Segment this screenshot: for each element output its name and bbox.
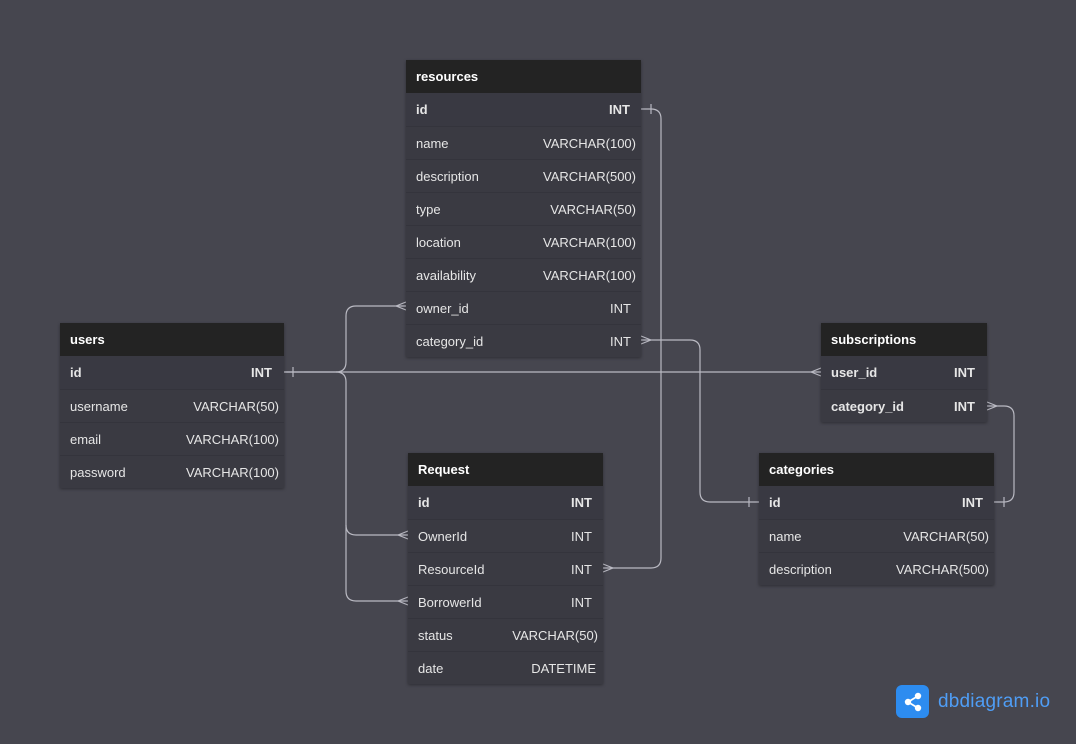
- column-type: DATETIME: [531, 661, 596, 676]
- column-name: id: [70, 365, 82, 380]
- relationship-users-resources-owner[interactable]: [284, 305, 406, 373]
- column-type: INT: [609, 102, 630, 117]
- brand-name: dbdiagram.io: [938, 691, 1050, 713]
- column-name: description: [769, 562, 832, 577]
- column-row[interactable]: location VARCHAR(100): [406, 225, 641, 258]
- column-row[interactable]: BorrowerId INT: [408, 585, 603, 618]
- column-row[interactable]: type VARCHAR(50): [406, 192, 641, 225]
- brand-name-main: dbdiagram: [938, 690, 1030, 712]
- column-name: BorrowerId: [418, 595, 482, 610]
- column-row[interactable]: id INT: [408, 486, 603, 519]
- column-type: VARCHAR(50): [550, 202, 636, 217]
- relationship-users-request-borrower[interactable]: [345, 525, 408, 602]
- column-name: category_id: [831, 399, 904, 414]
- column-type: INT: [571, 529, 592, 544]
- column-name: description: [416, 169, 479, 184]
- column-name: category_id: [416, 334, 484, 349]
- column-row[interactable]: id INT: [406, 93, 641, 126]
- column-name: name: [769, 529, 802, 544]
- table-header[interactable]: users: [60, 323, 284, 356]
- column-row[interactable]: status VARCHAR(50): [408, 618, 603, 651]
- table-header[interactable]: resources: [406, 60, 641, 93]
- table-resources[interactable]: resources id INT name VARCHAR(100) descr…: [406, 60, 641, 357]
- column-name: email: [70, 432, 102, 447]
- column-type: INT: [571, 595, 592, 610]
- relationship-users-request-owner[interactable]: [335, 371, 408, 536]
- column-name: date: [418, 661, 444, 676]
- table-users[interactable]: users id INT username VARCHAR(50) email …: [60, 323, 284, 488]
- table-header[interactable]: Request: [408, 453, 603, 486]
- share-nodes-icon: [896, 685, 929, 718]
- column-row[interactable]: category_id INT: [821, 389, 987, 422]
- column-type: INT: [571, 562, 592, 577]
- column-type: INT: [962, 495, 983, 510]
- column-type: INT: [610, 334, 631, 349]
- column-row[interactable]: id INT: [60, 356, 284, 389]
- column-row[interactable]: id INT: [759, 486, 994, 519]
- column-name: type: [416, 202, 441, 217]
- column-type: VARCHAR(50): [512, 628, 598, 643]
- column-type: INT: [571, 495, 592, 510]
- column-name: password: [70, 465, 126, 480]
- column-name: id: [416, 102, 428, 117]
- column-type: VARCHAR(100): [186, 432, 279, 447]
- table-header[interactable]: subscriptions: [821, 323, 987, 356]
- table-request[interactable]: Request id INT OwnerId INT ResourceId IN…: [408, 453, 603, 684]
- column-name: OwnerId: [418, 529, 468, 544]
- column-row[interactable]: email VARCHAR(100): [60, 422, 284, 455]
- column-name: availability: [416, 268, 476, 283]
- relationship-categories-resources[interactable]: [641, 339, 759, 503]
- column-name: status: [418, 628, 453, 643]
- column-name: name: [416, 136, 449, 151]
- column-row[interactable]: date DATETIME: [408, 651, 603, 684]
- column-type: INT: [954, 399, 975, 414]
- column-type: VARCHAR(100): [186, 465, 279, 480]
- column-type: VARCHAR(100): [543, 136, 636, 151]
- column-name: owner_id: [416, 301, 469, 316]
- column-row[interactable]: description VARCHAR(500): [759, 552, 994, 585]
- column-type: VARCHAR(500): [896, 562, 989, 577]
- dbdiagram-brand[interactable]: dbdiagram.io: [896, 685, 1050, 718]
- column-type: INT: [954, 365, 975, 380]
- column-name: user_id: [831, 365, 878, 380]
- column-row[interactable]: owner_id INT: [406, 291, 641, 324]
- column-type: VARCHAR(50): [903, 529, 989, 544]
- column-row[interactable]: category_id INT: [406, 324, 641, 357]
- column-name: location: [416, 235, 461, 250]
- column-row[interactable]: ResourceId INT: [408, 552, 603, 585]
- column-row[interactable]: description VARCHAR(500): [406, 159, 641, 192]
- column-row[interactable]: name VARCHAR(50): [759, 519, 994, 552]
- column-row[interactable]: password VARCHAR(100): [60, 455, 284, 488]
- column-type: VARCHAR(500): [543, 169, 636, 184]
- column-type: VARCHAR(50): [193, 399, 279, 414]
- column-row[interactable]: user_id INT: [821, 356, 987, 389]
- column-type: INT: [610, 301, 631, 316]
- column-name: id: [769, 495, 781, 510]
- column-row[interactable]: availability VARCHAR(100): [406, 258, 641, 291]
- column-type: VARCHAR(100): [543, 235, 636, 250]
- table-subscriptions[interactable]: subscriptions user_id INT category_id IN…: [821, 323, 987, 422]
- column-type: INT: [251, 365, 272, 380]
- column-row[interactable]: username VARCHAR(50): [60, 389, 284, 422]
- column-row[interactable]: name VARCHAR(100): [406, 126, 641, 159]
- table-categories[interactable]: categories id INT name VARCHAR(50) descr…: [759, 453, 994, 585]
- table-header[interactable]: categories: [759, 453, 994, 486]
- column-name: id: [418, 495, 430, 510]
- brand-name-suffix: .io: [1029, 690, 1051, 712]
- column-row[interactable]: OwnerId INT: [408, 519, 603, 552]
- column-name: username: [70, 399, 128, 414]
- column-type: VARCHAR(100): [543, 268, 636, 283]
- diagram-canvas[interactable]: resources id INT name VARCHAR(100) descr…: [0, 0, 1076, 744]
- column-name: ResourceId: [418, 562, 485, 577]
